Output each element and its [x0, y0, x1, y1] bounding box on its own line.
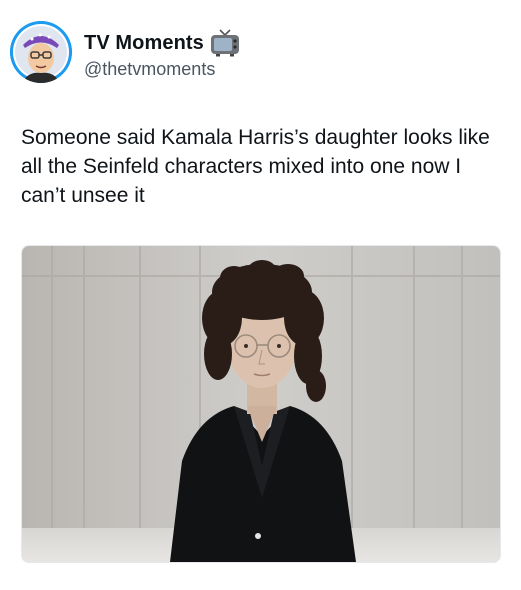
author-handle[interactable]: @thetvmoments — [84, 59, 215, 80]
tweet-media-photo[interactable] — [21, 245, 501, 563]
portrait-photo-icon — [22, 246, 500, 562]
tv-icon — [210, 29, 240, 57]
author-name-row: TV Moments — [84, 29, 240, 57]
cartoon-character-avatar-icon — [10, 21, 72, 83]
tweet-header: TV Moments @thetvmoments — [10, 9, 490, 91]
tweet-text: Someone said Kamala Harris’s daughter lo… — [21, 126, 490, 207]
display-name[interactable]: TV Moments — [84, 32, 204, 55]
avatar[interactable] — [10, 21, 72, 83]
